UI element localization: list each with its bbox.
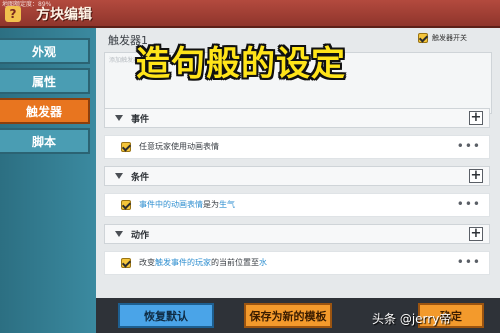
more-dots-icon[interactable]: ••• (457, 255, 481, 269)
triangle-down-icon[interactable] (115, 115, 123, 121)
action-destination[interactable]: 水 (259, 258, 267, 267)
action-target[interactable]: 触发事件的玩家 (155, 258, 211, 267)
sidebar-item-properties[interactable]: 属性 (0, 68, 90, 94)
window-title: 方块编辑 (36, 7, 92, 23)
condition-connector: 是为 (203, 200, 219, 209)
trigger-toggle-label: 触发器开关 (432, 34, 467, 42)
reset-default-button[interactable]: 恢复默认 (118, 303, 214, 328)
event-row[interactable]: 任意玩家使用动画表情 ••• (104, 135, 490, 159)
event-text: 任意玩家使用动画表情 (139, 142, 219, 151)
checkbox-checked-icon[interactable] (121, 200, 131, 210)
section-title-condition: 条件 (131, 173, 150, 183)
title-bar: 地图额定度：89% ? 方块编辑 (0, 0, 500, 28)
triangle-down-icon[interactable] (115, 231, 123, 237)
action-verb: 改变 (139, 258, 155, 267)
help-icon[interactable]: ? (5, 6, 21, 22)
condition-row-text[interactable]: 事件中的动画表情是为生气 (139, 199, 235, 210)
trigger-toggle[interactable]: 触发器开关 (418, 33, 467, 43)
condition-subject[interactable]: 事件中的动画表情 (139, 200, 203, 209)
checkbox-checked-icon[interactable] (418, 33, 428, 43)
sidebar: 外观 属性 触发器 脚本 (0, 28, 96, 333)
plus-icon[interactable]: + (469, 227, 483, 241)
checkbox-checked-icon[interactable] (121, 258, 131, 268)
save-template-button[interactable]: 保存为新的模板 (244, 303, 332, 328)
condition-row[interactable]: 事件中的动画表情是为生气 ••• (104, 193, 490, 217)
plus-icon[interactable]: + (469, 169, 483, 183)
sidebar-item-appearance[interactable]: 外观 (0, 38, 90, 64)
caption-banner: 造句般的设定 (136, 44, 346, 84)
checkbox-checked-icon[interactable] (121, 142, 131, 152)
section-header-action[interactable]: 动作 + (104, 224, 490, 244)
sidebar-item-scripts[interactable]: 脚本 (0, 128, 90, 154)
action-row-text[interactable]: 改变触发事件的玩家的当前位置至水 (139, 257, 267, 268)
trigger-editor-panel: 触发器1 触发器开关 添加触发器描述 造句般的设定 事件 + 任意玩家使用动画表… (96, 28, 500, 298)
triangle-down-icon[interactable] (115, 173, 123, 179)
more-dots-icon[interactable]: ••• (457, 197, 481, 211)
more-dots-icon[interactable]: ••• (457, 139, 481, 153)
event-row-text[interactable]: 任意玩家使用动画表情 (139, 141, 219, 152)
plus-icon[interactable]: + (469, 111, 483, 125)
sidebar-item-triggers[interactable]: 触发器 (0, 98, 90, 124)
section-title-action: 动作 (131, 231, 150, 241)
section-title-event: 事件 (131, 115, 150, 125)
section-header-condition[interactable]: 条件 + (104, 166, 490, 186)
action-row[interactable]: 改变触发事件的玩家的当前位置至水 ••• (104, 251, 490, 275)
watermark: 头条 @jerry帝 (372, 312, 452, 326)
action-connector: 的当前位置至 (211, 258, 259, 267)
condition-value[interactable]: 生气 (219, 200, 235, 209)
section-header-event[interactable]: 事件 + (104, 108, 490, 128)
